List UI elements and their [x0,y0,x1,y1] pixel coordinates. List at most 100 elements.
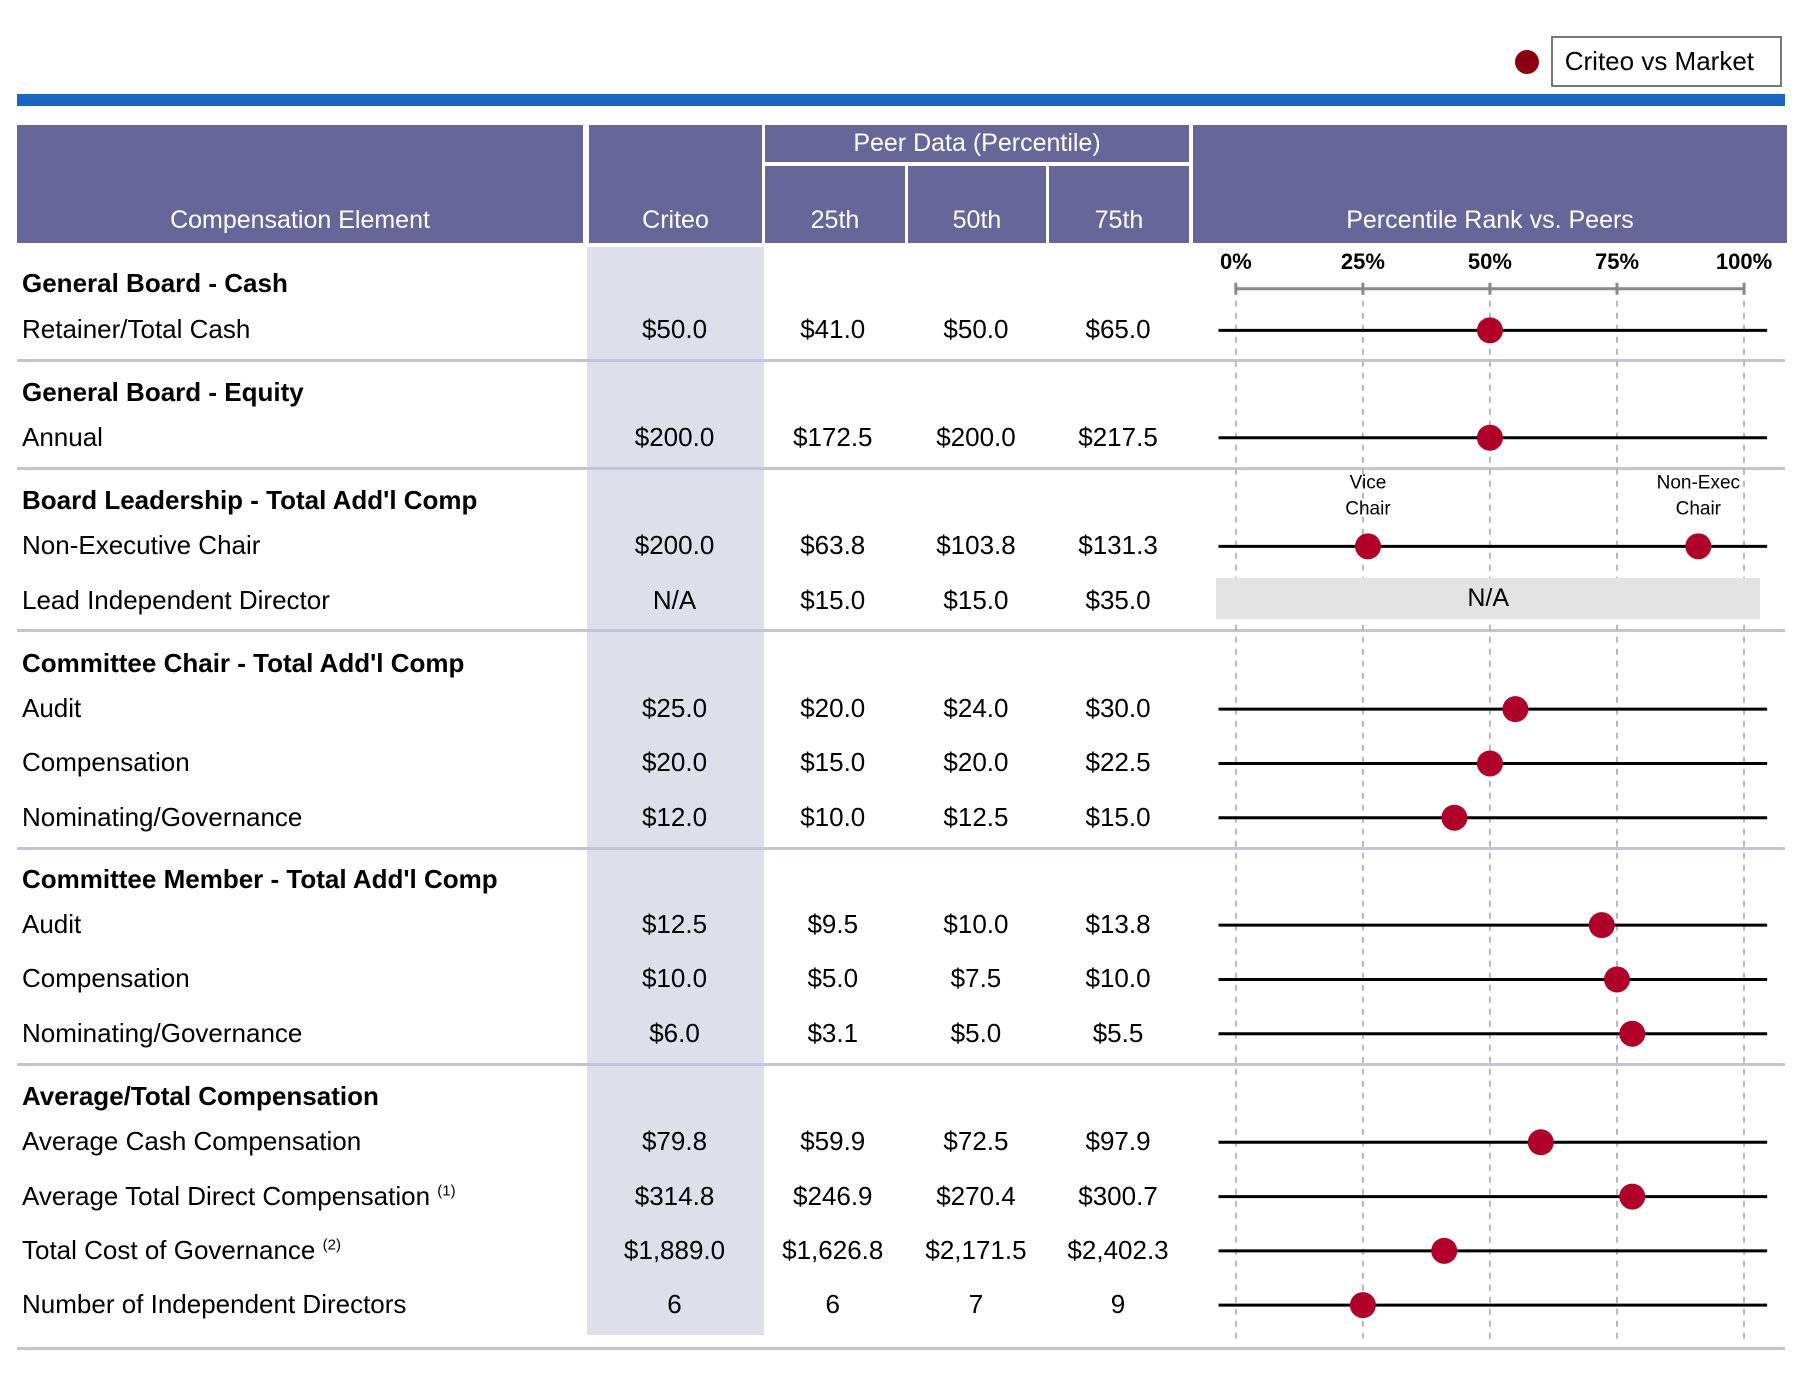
value-p75: $35.0 [1085,584,1151,615]
value-criteo: $20.0 [641,747,708,778]
row-label-text: Audit [22,693,82,724]
header-peer-data: Peer Data (Percentile) [765,125,1189,162]
criteo-marker [1527,1129,1554,1156]
value-p25: $15.0 [800,584,866,615]
criteo-column-highlight [587,247,764,1335]
value-p75: $2,402.3 [1067,1234,1169,1265]
criteo-marker [1604,966,1630,993]
value-p50: $7.5 [950,963,1002,994]
section-title: Committee Member - Total Add'l Comp [22,864,498,895]
value-p25: $63.8 [800,530,866,561]
percentile-rank-chart: 0% 25% 50% 75% 100% Vice Chair Non-Exec Chair [1218,249,1772,1340]
row-label-text: Average Total Direct Compensation [22,1180,431,1211]
row-label-text: Total Cost of Governance [22,1234,316,1265]
value-p75: $97.9 [1085,1126,1151,1157]
section-title: General Board - Equity [22,376,304,407]
value-p25: $5.0 [807,963,859,994]
value-p25: $246.9 [792,1180,873,1211]
row-label-text: Compensation [22,747,190,778]
row-label: Lead Independent Director [22,585,330,616]
value-p50: $24.0 [943,693,1009,724]
row-label-text: Lead Independent Director [22,584,330,615]
value-p25: $9.5 [807,909,859,940]
section-title: Committee Chair - Total Add'l Comp [22,648,465,679]
row-label-text: Annual [22,421,103,452]
row-label: Average Cash Compensation [22,1126,361,1157]
value-p75: 9 [1110,1289,1126,1320]
row-label-text: Number of Independent Directors [22,1289,407,1320]
value-criteo: $200.0 [634,530,715,561]
value-criteo: $25.0 [641,693,708,724]
value-p75: $30.0 [1085,693,1151,724]
value-p50: $2,171.5 [925,1234,1027,1265]
value-p50: 7 [968,1289,984,1320]
value-p75: $13.8 [1085,909,1151,940]
section-title: Average/Total Compensation [22,1081,379,1112]
value-criteo: $6.0 [649,1017,700,1048]
value-p50: $270.4 [936,1180,1016,1211]
criteo-marker [1441,804,1468,831]
footnote-marker: (2) [322,1236,341,1254]
value-criteo: $79.8 [641,1126,708,1157]
value-p25: $15.0 [800,747,866,778]
row-label-text: Non-Executive Chair [22,530,261,561]
value-p75: $131.3 [1078,530,1158,561]
row-label: Total Cost of Governance (2) [22,1235,341,1266]
value-p25: $10.0 [800,801,866,832]
x-tick-label: 25% [1341,249,1385,274]
row-label-text: Nominating/Governance [22,1017,303,1048]
value-p25: $3.1 [807,1017,859,1048]
value-p25: $20.0 [800,693,866,724]
row-label: Average Total Direct Compensation (1) [22,1181,456,1212]
value-p75: $217.5 [1078,421,1158,452]
value-criteo: 6 [667,1289,682,1320]
footnote-marker: (1) [437,1181,456,1199]
section-title: Board Leadership - Total Add'l Comp [22,485,478,516]
x-tick-label: 75% [1595,249,1639,274]
row-label: Annual [22,422,103,453]
header-p25: 25th [765,166,905,243]
value-p75: $65.0 [1085,314,1151,345]
value-criteo: $10.0 [641,963,708,994]
value-criteo: $12.5 [641,909,708,940]
criteo-marker [1354,533,1381,560]
value-p75: $300.7 [1078,1180,1158,1211]
header-compensation-element: Compensation Element [17,125,583,243]
value-p50: $12.5 [943,801,1009,832]
value-criteo: $50.0 [641,314,708,345]
criteo-marker [1349,1292,1376,1319]
legend-label: Criteo vs Market [1550,36,1782,87]
row-label: Audit [22,909,81,940]
header-percentile-rank: Percentile Rank vs. Peers [1193,125,1787,243]
criteo-marker [1588,912,1615,939]
marker-annotation: Chair [1345,498,1391,519]
value-criteo: $200.0 [634,421,715,452]
header-p50: 50th [908,166,1046,243]
row-label: Audit [22,693,81,724]
value-criteo: $12.0 [641,801,708,832]
row-label-text: Compensation [22,963,190,994]
criteo-marker [1476,317,1503,344]
criteo-marker [1619,1183,1646,1210]
value-p50: $20.0 [943,747,1009,778]
value-p25: $1,626.8 [782,1234,884,1265]
value-p25: $59.9 [800,1126,866,1157]
marker-annotation: Chair [1676,498,1722,519]
row-label: Nominating/Governance [22,802,302,833]
row-label: Retainer/Total Cash [22,314,250,345]
value-p75: $15.0 [1085,801,1151,832]
row-label: Compensation [22,747,190,778]
value-criteo: $1,889.0 [623,1234,726,1265]
marker-annotation: Vice [1350,472,1387,493]
value-p50: $10.0 [943,909,1009,940]
value-criteo: N/A [652,584,697,615]
x-tick-label: 0% [1220,249,1252,274]
row-label-text: Average Cash Compensation [22,1126,362,1157]
value-p50: $50.0 [943,314,1009,345]
criteo-marker [1476,750,1503,777]
row-label-text: Audit [22,909,82,940]
value-p50: $15.0 [943,584,1009,615]
x-tick-label: 100% [1716,249,1772,274]
criteo-marker [1619,1020,1646,1047]
value-p50: $103.8 [936,530,1016,561]
